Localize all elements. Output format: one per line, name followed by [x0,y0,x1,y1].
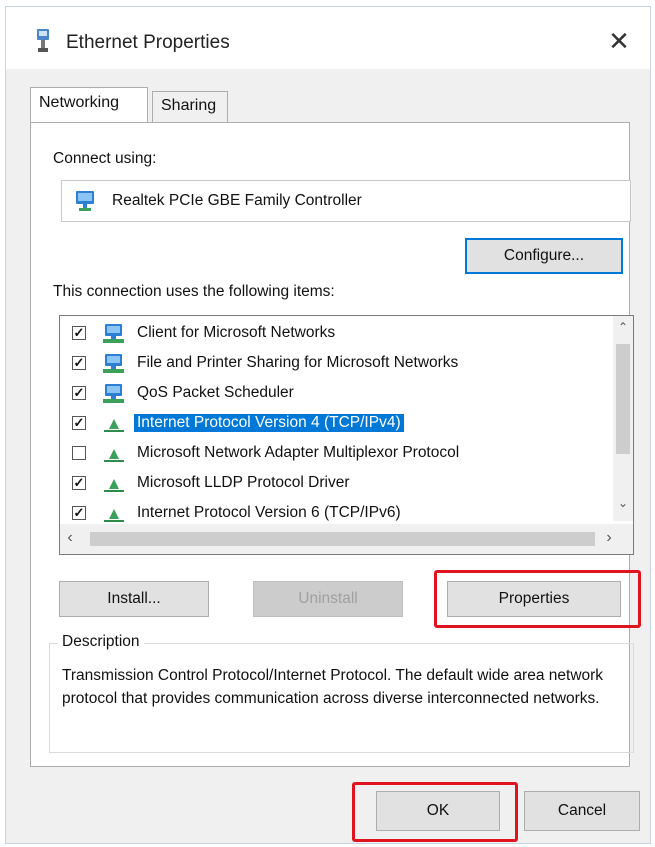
connect-using-label: Connect using: [53,150,157,167]
scroll-down-icon[interactable]: ⌄ [613,496,633,510]
item-checkbox[interactable]: ✓ [72,356,86,370]
item-label: Client for Microsoft Networks [137,324,336,341]
scroll-right-icon[interactable]: › [599,529,619,547]
item-checkbox[interactable]: ✓ [72,476,86,490]
tab-networking[interactable]: Networking [30,87,148,123]
adapter-field: Realtek PCIe GBE Family Controller [61,180,631,222]
item-label: QoS Packet Scheduler [137,384,294,401]
network-adapter-icon [76,191,94,211]
networking-panel: Connect using: Realtek PCIe GBE Family C… [30,122,641,767]
item-label: Microsoft LLDP Protocol Driver [137,474,350,491]
title-bar: Ethernet Properties ✕ [6,7,650,69]
protocol-icon [104,449,124,462]
list-item[interactable]: ✓ File and Printer Sharing for Microsoft … [60,350,600,378]
list-item[interactable]: ✓ Client for Microsoft Networks [60,320,600,348]
network-client-icon [103,384,124,403]
protocol-icon [104,419,124,432]
tab-sharing[interactable]: Sharing [152,91,228,123]
horizontal-scrollbar[interactable]: ‹ › [60,524,633,554]
close-icon[interactable]: ✕ [602,25,636,57]
item-checkbox[interactable]: ✓ [72,416,86,430]
list-item[interactable]: Microsoft Network Adapter Multiplexor Pr… [60,440,600,468]
vertical-scrollbar[interactable]: ⌃ ⌄ [613,316,633,521]
uninstall-button[interactable]: Uninstall [253,581,403,617]
configure-button[interactable]: Configure... [465,238,623,274]
cancel-button[interactable]: Cancel [524,791,640,831]
item-label: Internet Protocol Version 4 (TCP/IPv4) [134,414,404,432]
item-checkbox[interactable]: ✓ [72,326,86,340]
item-label: Internet Protocol Version 6 (TCP/IPv6) [137,504,401,521]
items-list[interactable]: ✓ Client for Microsoft Networks ✓ File and … [59,315,634,555]
scroll-up-icon[interactable]: ⌃ [613,320,633,334]
item-label: File and Printer Sharing for Microsoft N… [137,354,459,371]
item-checkbox[interactable] [72,446,86,460]
description-legend: Description [58,633,144,651]
ok-highlight-box [352,782,518,842]
protocol-icon [104,479,124,492]
properties-highlight-box [434,570,641,628]
vertical-scroll-thumb[interactable] [616,344,630,454]
list-item[interactable]: ✓ QoS Packet Scheduler [60,380,600,408]
description-group: Description Transmission Control Protoco… [49,633,634,753]
item-checkbox[interactable]: ✓ [72,386,86,400]
list-item[interactable]: ✓ Microsoft LLDP Protocol Driver [60,470,600,498]
description-text: Transmission Control Protocol/Internet P… [62,667,604,707]
window-title: Ethernet Properties [66,32,230,53]
ethernet-properties-dialog: Ethernet Properties ✕ Networking Sharing… [5,6,651,844]
ethernet-icon [37,29,49,52]
horizontal-scroll-thumb[interactable] [90,532,595,546]
item-label: Microsoft Network Adapter Multiplexor Pr… [137,444,460,461]
scroll-left-icon[interactable]: ‹ [60,529,80,547]
item-checkbox[interactable]: ✓ [72,506,86,520]
network-client-icon [103,324,124,343]
network-client-icon [103,354,124,373]
list-item[interactable]: ✓ Internet Protocol Version 4 (TCP/IPv4) [60,410,600,438]
protocol-icon [104,509,124,522]
items-label: This connection uses the following items… [53,283,335,300]
adapter-name: Realtek PCIe GBE Family Controller [112,192,362,209]
install-button[interactable]: Install... [59,581,209,617]
